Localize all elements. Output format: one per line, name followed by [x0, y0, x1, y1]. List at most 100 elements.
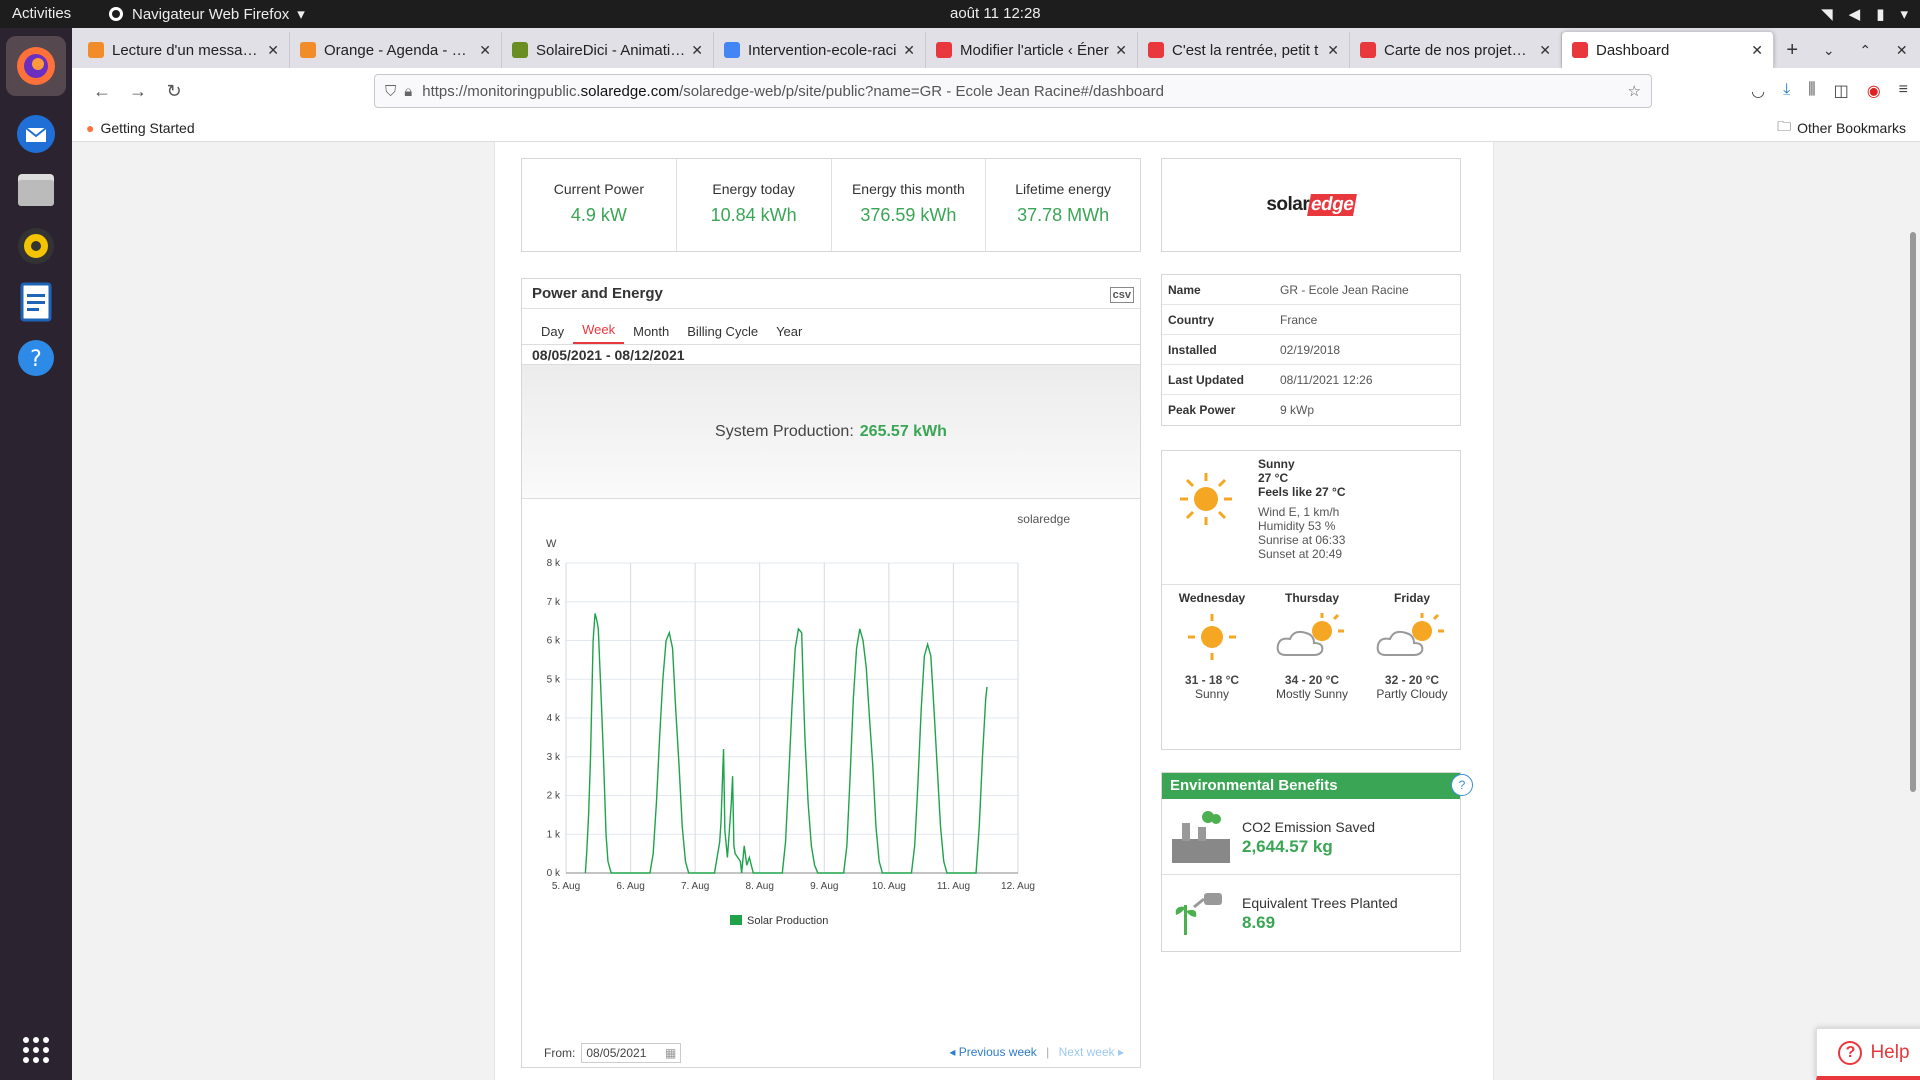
bookmark-star-icon[interactable]: ☆: [1628, 82, 1641, 100]
scrollbar[interactable]: [1910, 232, 1916, 792]
x-tick-label: 7. Aug: [681, 881, 709, 892]
next-week-link[interactable]: Next week ▸: [1059, 1045, 1124, 1059]
shield-icon: ⛉: [385, 82, 397, 100]
minimize-icon[interactable]: ⌃: [1847, 32, 1884, 68]
show-apps-icon[interactable]: [6, 1020, 66, 1080]
close-window-icon[interactable]: ✕: [1884, 32, 1920, 68]
environmental-benefits: Environmental Benefits CO2 Emission Save…: [1161, 772, 1461, 952]
chart-svg: solaredge W 0 k 1 k 2 k 3 k 4 k 5 k 6 k 7 k 8 k 5. …: [546, 512, 1070, 927]
browser-tab[interactable]: Orange - Agenda - aoû ✕: [290, 32, 502, 68]
period-tab[interactable]: Week: [573, 322, 625, 344]
downloads-icon[interactable]: ⤓: [1783, 81, 1790, 101]
dashboard: Current Power 4.9 kW Energy today 10.84 kW…: [494, 142, 1494, 1080]
browser-tab[interactable]: Dashboard ✕: [1562, 32, 1774, 68]
partly-cloudy-icon: [1376, 613, 1444, 656]
svg-text:?: ?: [30, 347, 42, 372]
favicon-icon: [936, 42, 952, 58]
firefox-dock-icon[interactable]: [6, 36, 66, 96]
system-tray[interactable]: ◥ ◀ ▮ ▾: [1821, 5, 1908, 23]
from-date-input[interactable]: 08/05/2021 ▦: [581, 1043, 682, 1063]
pocket-icon[interactable]: ◡: [1751, 81, 1765, 101]
new-tab-button[interactable]: +: [1774, 32, 1811, 68]
browser-tab[interactable]: Carte de nos projets - É ✕: [1350, 32, 1562, 68]
kpi-strip: Current Power 4.9 kW Energy today 10.84 kW…: [521, 158, 1141, 252]
favicon-icon: [300, 42, 316, 58]
y-tick-label: 0 k: [547, 868, 561, 879]
env-help-icon[interactable]: ?: [1451, 774, 1473, 796]
weather-sunset: Sunset at 20:49: [1258, 547, 1343, 561]
favicon-icon: [1148, 42, 1164, 58]
date-range: 08/05/2021 - 08/12/2021: [522, 345, 1140, 365]
kpi-current-power: Current Power 4.9 kW: [522, 159, 677, 251]
close-tab-icon[interactable]: ✕: [479, 42, 491, 59]
bookmark-getting-started[interactable]: ● Getting Started: [86, 120, 195, 136]
calendar-icon[interactable]: ▦: [665, 1044, 676, 1062]
weather-feels: Feels like 27 °C: [1258, 485, 1346, 499]
close-tab-icon[interactable]: ✕: [1327, 42, 1339, 59]
page-content: Current Power 4.9 kW Energy today 10.84 kW…: [72, 142, 1920, 1080]
panel-title: Power and Energy: [532, 285, 663, 302]
rhythmbox-dock-icon[interactable]: [6, 216, 66, 276]
partly-cloudy-icon: [1276, 613, 1344, 656]
close-tab-icon[interactable]: ✕: [1115, 42, 1127, 59]
legend-label: Solar Production: [747, 915, 828, 927]
menu-icon[interactable]: ≡: [1899, 81, 1908, 101]
power-chart: solaredge W 0 k 1 k 2 k 3 k 4 k 5 k 6 k 7 k 8 k 5. …: [522, 501, 1140, 1041]
favicon-icon: [724, 42, 740, 58]
tree-planting-icon: [1175, 893, 1222, 935]
list-tabs-icon[interactable]: ⌄: [1811, 32, 1848, 68]
period-tab[interactable]: Year: [767, 324, 811, 344]
trees-planted: Equivalent Trees Planted 8.69: [1162, 875, 1460, 951]
extension-icon[interactable]: ◉: [1867, 81, 1881, 101]
y-tick-label: 5 k: [547, 674, 561, 685]
other-bookmarks[interactable]: 🗀 Other Bookmarks: [1777, 116, 1906, 140]
bookmarks-bar: ● Getting Started 🗀 Other Bookmarks: [72, 114, 1920, 142]
activities-button[interactable]: Activities: [12, 5, 71, 22]
close-tab-icon[interactable]: ✕: [903, 42, 915, 59]
favicon-icon: [1572, 42, 1588, 58]
url-bar[interactable]: ⛉ 🔒︎ https://monitoringpublic.solaredge.…: [374, 74, 1652, 108]
library-icon[interactable]: ⫼: [1808, 81, 1815, 101]
period-tab[interactable]: Month: [624, 324, 678, 344]
sun-icon: [1188, 614, 1236, 660]
browser-tab[interactable]: Intervention-ecole-raci ✕: [714, 32, 926, 68]
firefox-icon: ●: [86, 119, 95, 136]
close-tab-icon[interactable]: ✕: [691, 42, 703, 59]
back-icon[interactable]: ←: [84, 73, 120, 109]
system-top-bar: Activities Navigateur Web Firefox ▾ août…: [0, 0, 1920, 28]
system-production: System Production: 265.57 kWh: [522, 365, 1140, 499]
y-tick-label: 1 k: [547, 829, 561, 840]
period-tab[interactable]: Billing Cycle: [678, 324, 767, 344]
help-button[interactable]: ? Help: [1816, 1028, 1920, 1080]
favicon-icon: [1360, 42, 1376, 58]
close-tab-icon[interactable]: ✕: [267, 42, 279, 59]
previous-week-link[interactable]: ◂ Previous week: [949, 1045, 1036, 1059]
browser-tab[interactable]: SolaireDici - Animation ✕: [502, 32, 714, 68]
chevron-down-icon: ▾: [297, 6, 305, 23]
sidebar-icon[interactable]: ◫: [1834, 81, 1849, 101]
reload-icon[interactable]: ↻: [156, 73, 192, 109]
browser-tab[interactable]: Modifier l'article ‹ Éner ✕: [926, 32, 1138, 68]
app-menu[interactable]: Navigateur Web Firefox ▾: [108, 5, 305, 23]
export-csv-icon[interactable]: csv: [1109, 287, 1134, 303]
writer-dock-icon[interactable]: [6, 272, 66, 332]
thunderbird-dock-icon[interactable]: [6, 104, 66, 164]
clock[interactable]: août 11 12:28: [950, 5, 1041, 22]
battery-icon: ▮: [1876, 6, 1885, 23]
power-energy-panel: Power and Energy csv Day Week Month Billing…: [521, 278, 1141, 1068]
info-row: Country France: [1162, 305, 1460, 335]
browser-tab[interactable]: C'est la rentrée, petit t ✕: [1138, 32, 1350, 68]
close-tab-icon[interactable]: ✕: [1539, 42, 1551, 59]
x-tick-label: 11. Aug: [937, 881, 970, 892]
y-tick-label: 3 k: [547, 752, 561, 763]
browser-tab[interactable]: Lecture d'un message - ✕: [78, 32, 290, 68]
files-dock-icon[interactable]: [6, 160, 66, 220]
app-name: Navigateur Web Firefox: [132, 5, 290, 23]
info-row: Installed 02/19/2018: [1162, 335, 1460, 365]
forecast-day: Friday 32 - 20 °C Partly Cloudy: [1362, 591, 1462, 701]
close-tab-icon[interactable]: ✕: [1751, 42, 1763, 59]
forward-icon[interactable]: →: [120, 73, 156, 109]
period-tab[interactable]: Day: [532, 324, 573, 344]
solaredge-logo: solar edge: [1161, 158, 1461, 252]
help-dock-icon[interactable]: ?: [6, 328, 66, 388]
